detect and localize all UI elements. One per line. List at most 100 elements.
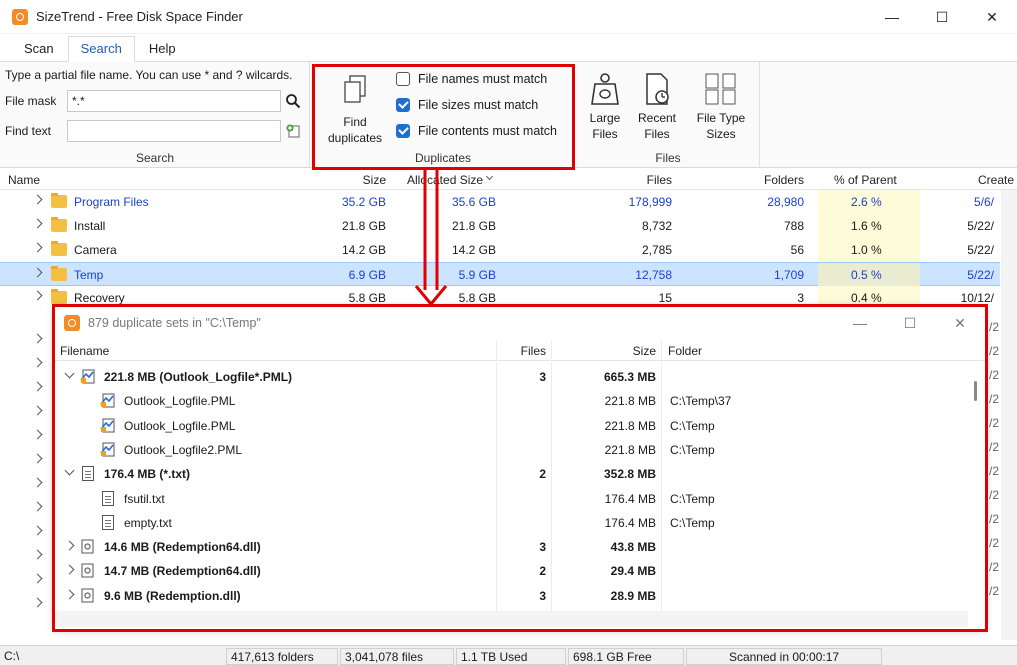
search-hint: Type a partial file name. You can use * … [5,68,293,82]
expand-chevron-icon[interactable] [32,501,43,512]
close-button[interactable]: ✕ [967,0,1017,34]
sort-descending-icon [485,172,494,181]
expand-chevron-icon[interactable] [32,290,43,301]
status-path: C:\ [0,648,226,665]
row-percent: 1.6 % [851,219,882,233]
main-vertical-scrollbar[interactable] [1001,190,1017,640]
recent-files-label-2: Files [644,127,670,141]
created-fragment: /2 [989,536,1000,550]
table-row[interactable]: Camera 14.2 GB 14.2 GB 2,785 56 1.0 % 5/22/ [0,238,1000,262]
created-fragment: /2 [989,584,1000,598]
tab-help[interactable]: Help [137,37,188,61]
ribbon-tabs: Scan Search Help [0,36,1017,62]
folder-icon [51,217,67,232]
tab-search[interactable]: Search [67,36,135,62]
recent-files-button[interactable]: Recent Files [634,72,680,142]
row-folders: 3 [797,291,804,305]
created-fragment: /2 [989,368,1000,382]
row-size: 6.9 GB [348,268,386,282]
file-type-sizes-button[interactable]: File Type Sizes [688,72,754,142]
row-size: 21.8 GB [341,219,386,233]
status-scanned: Scanned in 00:00:17 [686,648,882,665]
folder-icon [51,241,67,256]
search-group: Type a partial file name. You can use * … [0,62,310,168]
expand-chevron-icon[interactable] [32,405,43,416]
row-percent: 0.4 % [851,291,882,305]
row-files: 8,732 [641,219,672,233]
row-folders: 788 [783,219,804,233]
row-created: 5/22/ [967,243,994,257]
created-fragment: /2 [989,464,1000,478]
row-name: Temp [74,268,104,282]
created-fragment: /2 [989,560,1000,574]
status-files: 3,041,078 files [340,648,454,665]
file-mask-label: File mask [5,94,57,108]
files-group: Large Files Recent Files File Type Sizes… [576,62,760,168]
file-mask-input[interactable]: *.* [67,90,281,112]
column-size[interactable]: Size [286,173,386,187]
weight-icon [591,73,619,105]
expand-chevron-icon[interactable] [32,218,43,229]
expand-chevron-icon[interactable] [32,573,43,584]
row-size: 14.2 GB [341,243,386,257]
search-group-label: Search [135,151,175,165]
expand-chevron-icon[interactable] [32,597,43,608]
column-created[interactable]: Create [978,173,1014,187]
column-percent-parent[interactable]: % of Parent [834,173,897,187]
expand-chevron-icon[interactable] [32,381,43,392]
column-name[interactable]: Name [8,173,40,187]
status-bar: C:\ 417,613 folders 3,041,078 files 1.1 … [0,645,1017,665]
large-files-button[interactable]: Large Files [582,72,628,142]
row-percent: 1.0 % [851,243,882,257]
file-types-icon [705,73,736,105]
created-fragment: /2 [989,440,1000,454]
add-text-button[interactable] [282,120,304,142]
minimize-button[interactable]: — [867,0,917,34]
expand-chevron-icon[interactable] [32,242,43,253]
expand-chevron-icon[interactable] [32,429,43,440]
search-icon [286,94,301,109]
table-row[interactable]: Program Files 35.2 GB 35.6 GB 178,999 28,980… [0,190,1000,214]
expand-chevron-icon[interactable] [32,453,43,464]
status-free: 698.1 GB Free [568,648,684,665]
row-folders: 1,709 [773,268,804,282]
find-text-input[interactable] [67,120,281,142]
files-group-label: Files [655,151,681,165]
highlight-arrow-connector [414,170,448,307]
file-type-sizes-label-1: File Type [696,111,746,125]
expand-chevron-icon[interactable] [32,333,43,344]
status-used: 1.1 TB Used [456,648,566,665]
column-files[interactable]: Files [506,173,672,187]
created-fragment: /2 [989,512,1000,526]
file-type-sizes-label-2: Sizes [706,127,736,141]
table-row[interactable]: Temp 6.9 GB 5.9 GB 12,758 1,709 0.5 % 5/22/ [0,262,1000,287]
expand-chevron-icon[interactable] [32,549,43,560]
recent-files-label-1: Recent [637,111,677,125]
expand-chevron-icon[interactable] [32,477,43,488]
row-size: 35.2 GB [341,195,386,209]
tab-scan[interactable]: Scan [12,37,66,61]
created-fragment: /2 [989,320,1000,334]
expand-chevron-icon[interactable] [32,525,43,536]
row-name: Camera [74,243,117,257]
expand-chevron-icon[interactable] [32,194,43,205]
expand-chevron-icon[interactable] [32,357,43,368]
row-name: Recovery [74,291,125,305]
created-fragment: /2 [989,344,1000,358]
row-files: 2,785 [641,243,672,257]
folder-icon [51,289,67,304]
expand-chevron-icon[interactable] [32,267,43,278]
table-row[interactable]: Install 21.8 GB 21.8 GB 8,732 788 1.6 % 5/22/ [0,214,1000,238]
find-text-label: Find text [5,124,52,138]
column-folders[interactable]: Folders [680,173,804,187]
duplicates-window-highlight-box [52,304,988,632]
search-button[interactable] [282,90,304,112]
row-name: Install [74,219,106,233]
row-files: 12,758 [635,268,672,282]
maximize-button[interactable]: ☐ [917,0,967,34]
title-bar: SizeTrend - Free Disk Space Finder — ☐ ✕ [0,0,1017,34]
status-folders: 417,613 folders [226,648,338,665]
row-folders: 56 [790,243,804,257]
main-list-header: Name Size Allocated Size Files Folders %… [0,170,1017,190]
add-icon [286,124,300,138]
